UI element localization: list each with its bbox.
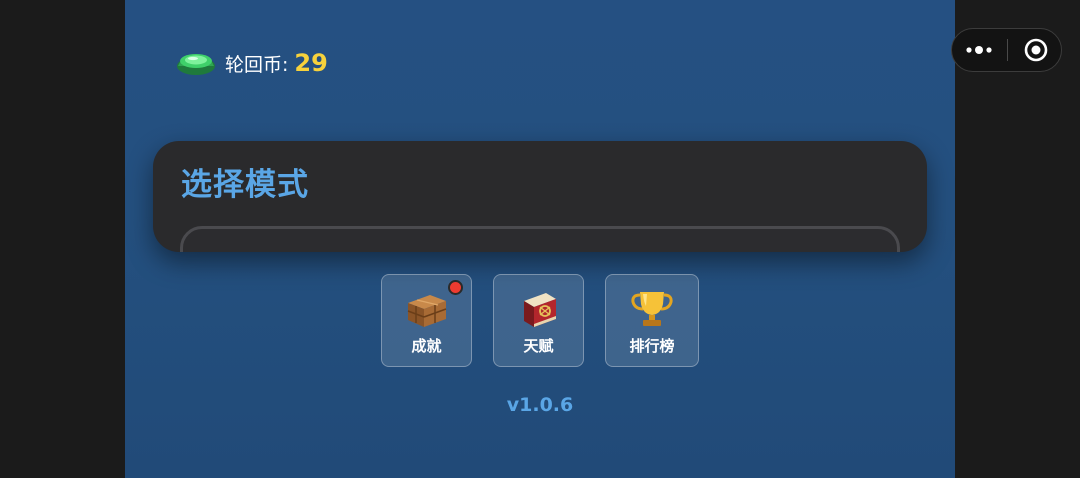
mode-panel-title: 选择模式 — [181, 167, 309, 203]
currency-display: 轮回币: 29 — [175, 46, 328, 80]
spell-book-icon — [523, 293, 556, 327]
game-screen: 轮回币: 29 选择模式 成就 天赋 排行榜 v1.0.6 — [125, 0, 955, 478]
notification-badge — [448, 280, 463, 295]
target-close-icon — [1024, 38, 1048, 62]
trophy-icon — [631, 292, 673, 326]
mode-option-card[interactable] — [180, 226, 900, 252]
currency-label: 轮回币: — [225, 53, 289, 76]
currency-value: 29 — [294, 49, 328, 77]
version-text: v1.0.6 — [506, 394, 574, 416]
treasure-chest-icon — [407, 295, 446, 327]
mode-select-panel: 选择模式 — [153, 141, 927, 252]
leaderboard-label: 排行榜 — [629, 337, 675, 355]
talents-button[interactable]: 天赋 — [493, 274, 584, 367]
talents-label: 天赋 — [523, 337, 554, 355]
more-dots-icon — [966, 46, 992, 54]
achievements-button[interactable]: 成就 — [381, 274, 472, 367]
more-button[interactable] — [952, 29, 1007, 71]
achievements-label: 成就 — [411, 337, 442, 355]
leaderboard-button[interactable]: 排行榜 — [605, 274, 699, 367]
close-button[interactable] — [1008, 29, 1063, 71]
mini-program-capsule — [951, 28, 1062, 72]
bottle-cap-icon — [177, 54, 215, 75]
